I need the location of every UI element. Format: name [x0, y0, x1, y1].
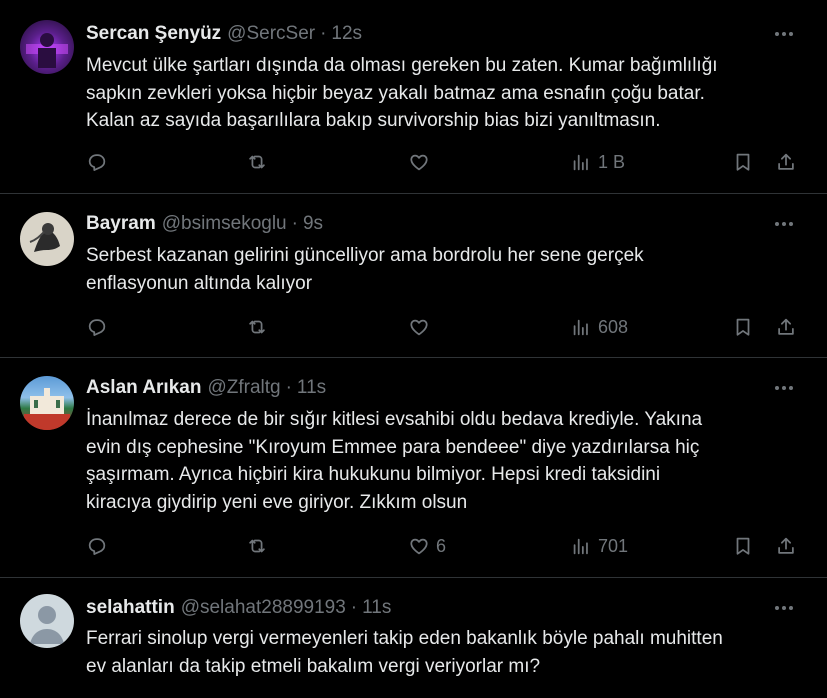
tweet-text: Ferrari sinolup vergi vermeyenleri takip… [86, 625, 806, 680]
separator-dot: · [285, 377, 292, 398]
tweet[interactable]: Aslan Arıkan @Zfraltg · 11s İnanılmaz de… [0, 358, 827, 578]
reply-button[interactable] [86, 147, 108, 177]
repost-button[interactable] [246, 147, 268, 177]
tweet[interactable]: Sercan Şenyüz @SercSer · 12s Mevcut ülke… [0, 0, 827, 194]
avatar-image [24, 388, 70, 430]
reply-icon [88, 319, 106, 336]
separator-dot: · [320, 23, 327, 44]
tweet-text-line: Kalan az sayıda başarılılara bakıp survi… [86, 110, 661, 131]
tweet-text-line: şaşırmam. Ayrıca hiçbiri kira hukukunu b… [86, 464, 661, 485]
timestamp[interactable]: 12s [331, 23, 362, 45]
repost-icon [249, 320, 265, 334]
user-handle[interactable]: @Zfraltg [207, 377, 280, 399]
heart-icon [410, 538, 428, 555]
user-handle[interactable]: @SercSer [227, 23, 315, 45]
timestamp[interactable]: 11s [362, 597, 391, 619]
timestamp[interactable]: 11s [297, 377, 326, 399]
timestamp[interactable]: 9s [303, 213, 323, 235]
views-chart-icon [573, 319, 588, 336]
reply-icon [88, 538, 106, 555]
display-name[interactable]: Aslan Arıkan [86, 377, 201, 399]
repost-button[interactable] [246, 312, 268, 342]
share-button[interactable] [775, 312, 797, 342]
tweet[interactable]: Bayram @bsimsekoglu · 9s Serbest kazanan… [0, 194, 827, 358]
user-handle[interactable]: @bsimsekoglu [162, 213, 287, 235]
bookmark-button[interactable] [732, 312, 754, 342]
avatar[interactable] [20, 594, 74, 648]
like-count: 6 [436, 535, 447, 556]
views-button[interactable]: 608 [570, 312, 628, 342]
views-chart-icon [573, 154, 588, 171]
tweet-text-line: sapkın zevkleri yoksa hiçbir beyaz yakal… [86, 82, 705, 104]
bookmark-icon [736, 153, 750, 171]
repost-button[interactable] [246, 531, 268, 561]
views-button[interactable]: 1 B [570, 147, 625, 177]
view-count: 608 [598, 316, 629, 337]
tweet[interactable]: selahattin @selahat28899193 · 11s Ferrar… [0, 578, 827, 698]
avatar[interactable] [20, 20, 74, 74]
heart-icon [410, 319, 428, 336]
tweet-header: selahattin @selahat28899193 · 11s [86, 594, 391, 622]
share-button[interactable] [775, 531, 797, 561]
tweet-header: Bayram @bsimsekoglu · 9s [86, 210, 323, 238]
more-options-icon[interactable] [773, 212, 795, 236]
views-chart-icon [573, 538, 588, 555]
tweet-text: Serbest kazanan gelirini güncelliyor ama… [86, 242, 806, 297]
share-icon [778, 153, 794, 170]
bookmark-button[interactable] [732, 531, 754, 561]
more-options-icon[interactable] [773, 596, 795, 620]
tweet-text-line: İnanılmaz derece de bir sığır kitlesi ev… [86, 409, 703, 430]
display-name[interactable]: Bayram [86, 213, 156, 235]
like-button[interactable] [408, 147, 436, 177]
display-name[interactable]: selahattin [86, 597, 175, 619]
more-options-icon[interactable] [773, 376, 795, 400]
heart-icon [410, 154, 428, 171]
bookmark-button[interactable] [732, 147, 754, 177]
avatar[interactable] [20, 212, 74, 266]
bookmark-icon [736, 537, 750, 555]
reply-button[interactable] [86, 531, 108, 561]
display-name[interactable]: Sercan Şenyüz [86, 23, 221, 45]
share-icon [778, 318, 794, 335]
action-bar: 608 [86, 312, 801, 342]
avatar[interactable] [20, 376, 74, 430]
share-icon [778, 537, 794, 554]
like-button[interactable]: 6 [408, 531, 446, 561]
tweet-text-line: kiracıya giydirip yeni eve giriyor. Zıkk… [86, 491, 468, 513]
default-avatar-icon [30, 606, 64, 644]
separator-dot: · [350, 597, 358, 618]
share-button[interactable] [775, 147, 797, 177]
repost-icon [249, 539, 265, 553]
repost-icon [249, 155, 265, 169]
like-button[interactable] [408, 312, 436, 342]
action-bar: 6 701 [86, 531, 801, 561]
tweet-text-line: ev alanları da takip etmeli bakalım verg… [86, 655, 541, 677]
view-count: 1 B [598, 151, 626, 172]
avatar-image [26, 33, 68, 68]
tweet-header: Aslan Arıkan @Zfraltg · 11s [86, 374, 326, 402]
action-bar: 1 B [86, 147, 801, 177]
tweet-text-line: Mevcut ülke şartları dışında da olması g… [86, 55, 718, 76]
reply-icon [88, 154, 106, 171]
tweet-text: İnanılmaz derece de bir sığır kitlesi ev… [86, 406, 806, 516]
view-count: 701 [598, 535, 629, 556]
tweet-text-line: Serbest kazanan gelirini güncelliyor ama… [86, 245, 644, 266]
tweet-header: Sercan Şenyüz @SercSer · 12s [86, 20, 362, 48]
tweet-text: Mevcut ülke şartları dışında da olması g… [86, 52, 806, 135]
tweet-text-line: enflasyonun altında kalıyor [86, 272, 313, 294]
avatar-image [29, 223, 60, 252]
views-button[interactable]: 701 [570, 531, 628, 561]
bookmark-icon [736, 318, 750, 336]
more-options-icon[interactable] [773, 22, 795, 46]
tweet-text-line: evin dış cephesine "Kıroyum Emmee para b… [86, 436, 700, 458]
tweet-text-line: Ferrari sinolup vergi vermeyenleri takip… [86, 628, 723, 649]
separator-dot: · [291, 213, 298, 234]
reply-button[interactable] [86, 312, 108, 342]
user-handle[interactable]: @selahat28899193 [181, 597, 346, 619]
